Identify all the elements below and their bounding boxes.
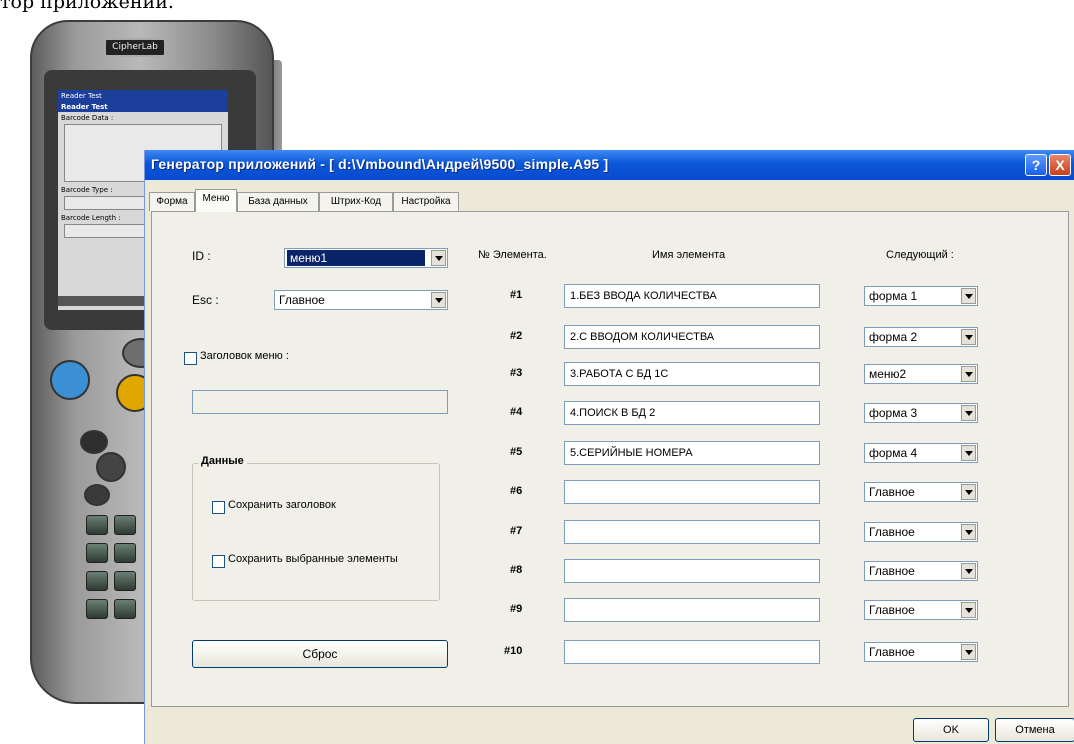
next-select[interactable]: Главное — [864, 600, 978, 620]
element-name-input[interactable] — [564, 520, 820, 544]
next-select[interactable]: Главное — [864, 522, 978, 542]
save-header-label: Сохранить заголовок — [228, 499, 336, 511]
device-esc-key — [80, 430, 108, 454]
next-select[interactable]: меню2 — [864, 364, 978, 384]
row-number: #4 — [510, 406, 523, 418]
row-number: #6 — [510, 485, 523, 497]
next-select[interactable]: форма 4 — [864, 443, 978, 463]
chevron-down-icon[interactable] — [961, 602, 976, 618]
tab-form[interactable]: Форма — [149, 192, 195, 211]
tab-menu[interactable]: Меню — [195, 189, 237, 212]
chevron-down-icon[interactable] — [961, 445, 976, 461]
save-selected-checkbox[interactable] — [212, 555, 225, 568]
row-number: #7 — [510, 525, 523, 537]
next-select[interactable]: форма 1 — [864, 286, 978, 306]
close-button[interactable]: X — [1049, 154, 1071, 176]
element-name-input[interactable]: 3.РАБОТА С БД 1С — [564, 362, 820, 386]
device-key-8 — [114, 571, 136, 591]
tab-settings[interactable]: Настройка — [393, 192, 459, 211]
next-select[interactable]: Главное — [864, 561, 978, 581]
id-select-value: меню1 — [287, 250, 425, 266]
next-select[interactable]: Главное — [864, 642, 978, 662]
tab-barcode[interactable]: Штрих-Код — [319, 192, 393, 211]
column-header-next: Следующий : — [886, 249, 954, 261]
menu-header-input[interactable] — [192, 390, 448, 414]
chevron-down-icon[interactable] — [431, 250, 446, 266]
cancel-button[interactable]: Отмена — [995, 718, 1074, 742]
title-bar[interactable]: Генератор приложений - [ d:\Vmbound\Андр… — [145, 150, 1074, 180]
element-name-input[interactable] — [564, 598, 820, 622]
column-header-name: Имя элемента — [652, 249, 726, 261]
device-key-2 — [114, 515, 136, 535]
device-key-1 — [86, 515, 108, 535]
menu-header-label: Заголовок меню : — [200, 350, 289, 362]
chevron-down-icon[interactable] — [961, 484, 976, 500]
device-key-5 — [114, 543, 136, 563]
next-select[interactable]: форма 2 — [864, 327, 978, 347]
row-number: #10 — [504, 645, 523, 657]
help-button[interactable]: ? — [1025, 154, 1047, 176]
menu-header-checkbox[interactable] — [184, 352, 197, 365]
device-scan-key-left — [50, 360, 90, 400]
chevron-down-icon[interactable] — [961, 366, 976, 382]
row-number: #5 — [510, 446, 523, 458]
row-number: #8 — [510, 564, 523, 576]
reset-button[interactable]: Сброс — [192, 640, 448, 668]
window-title: Генератор приложений - [ d:\Vmbound\Андр… — [151, 156, 609, 172]
device-arrow-key — [96, 452, 126, 482]
data-group — [192, 463, 440, 601]
device-key-4 — [86, 543, 108, 563]
device-screen-title: Reader Test — [58, 90, 228, 102]
device-logo: CipherLab — [104, 38, 166, 57]
id-label: ID : — [192, 249, 211, 263]
device-key-minus — [86, 599, 108, 619]
chevron-down-icon[interactable] — [961, 524, 976, 540]
data-group-title: Данные — [198, 455, 247, 467]
save-selected-label: Сохранить выбранные элементы — [228, 553, 398, 565]
device-screen-subtitle: Reader Test — [58, 102, 228, 112]
row-number: #3 — [510, 367, 523, 379]
row-number: #9 — [510, 603, 523, 615]
element-name-input[interactable] — [564, 640, 820, 664]
ok-button[interactable]: OK — [913, 718, 989, 742]
app-generator-dialog: Генератор приложений - [ d:\Vmbound\Андр… — [144, 150, 1074, 744]
save-header-checkbox[interactable] — [212, 501, 225, 514]
tab-database[interactable]: База данных — [237, 192, 319, 211]
row-number: #2 — [510, 330, 523, 342]
column-header-number: № Элемента. — [478, 249, 547, 261]
device-key-7 — [86, 571, 108, 591]
element-name-input[interactable] — [564, 480, 820, 504]
id-select[interactable]: меню1 — [284, 248, 448, 268]
chevron-down-icon[interactable] — [961, 405, 976, 421]
device-func-key — [84, 484, 110, 506]
chevron-down-icon[interactable] — [431, 292, 446, 308]
chevron-down-icon[interactable] — [961, 644, 976, 660]
device-key-0 — [114, 599, 136, 619]
element-name-input[interactable]: 1.БЕЗ ВВОДА КОЛИЧЕСТВА — [564, 284, 820, 308]
element-name-input[interactable]: 5.СЕРИЙНЫЕ НОМЕРА — [564, 441, 820, 465]
chevron-down-icon[interactable] — [961, 563, 976, 579]
row-number: #1 — [510, 289, 523, 301]
chevron-down-icon[interactable] — [961, 329, 976, 345]
menu-tab-panel: ID : меню1 Esc : Главное Заголовок меню … — [151, 211, 1069, 707]
esc-label: Esc : — [192, 293, 219, 307]
esc-select-value: Главное — [279, 293, 325, 307]
next-select[interactable]: Главное — [864, 482, 978, 502]
element-name-input[interactable] — [564, 559, 820, 583]
device-barcode-data-label: Barcode Data : — [61, 114, 114, 122]
esc-select[interactable]: Главное — [274, 290, 448, 310]
element-name-input[interactable]: 2.С ВВОДОМ КОЛИЧЕСТВА — [564, 325, 820, 349]
next-select[interactable]: форма 3 — [864, 403, 978, 423]
element-name-input[interactable]: 4.ПОИСК В БД 2 — [564, 401, 820, 425]
chevron-down-icon[interactable] — [961, 288, 976, 304]
